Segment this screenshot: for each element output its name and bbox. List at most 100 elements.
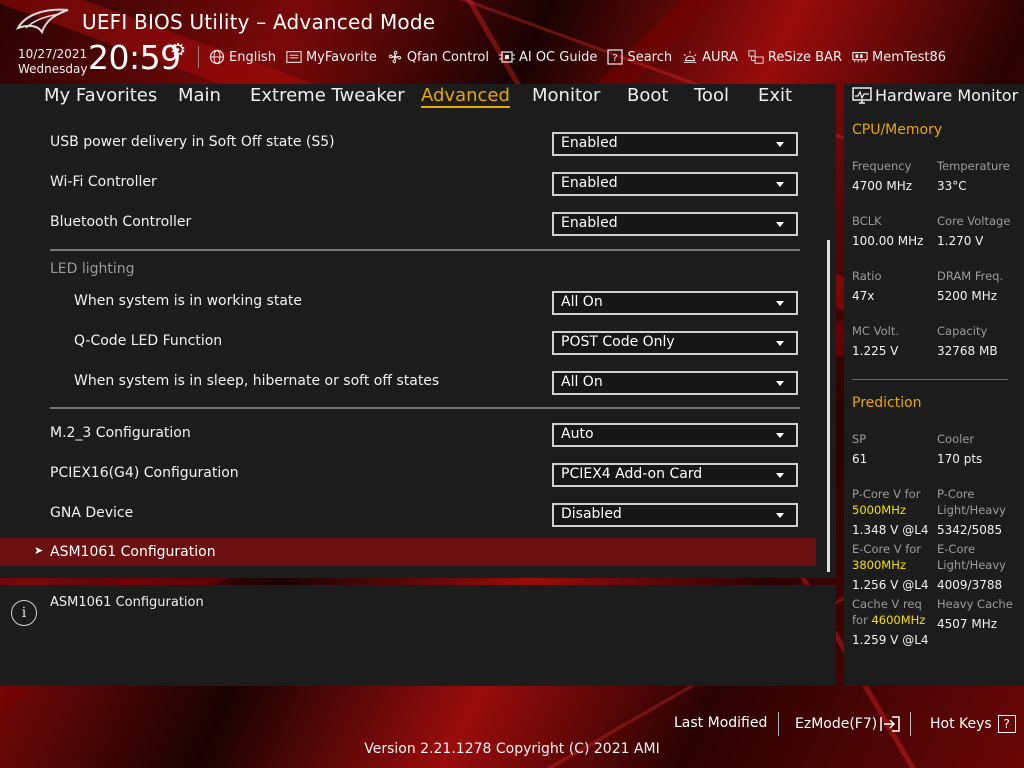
hw-freq-label: 3800MHz xyxy=(852,558,906,572)
scrollbar[interactable] xyxy=(827,240,830,572)
toolbar-ai-oc-guide-label: AI OC Guide xyxy=(518,49,598,65)
setting-label: Bluetooth Controller xyxy=(50,214,192,230)
bluetooth-controller-select[interactable]: Enabled xyxy=(552,212,798,236)
m2-3-configuration-select[interactable]: Auto xyxy=(552,423,798,447)
main-tabs: My Favorites Main Extreme Tweaker Advanc… xyxy=(0,84,836,112)
setting-label: When system is in sleep, hibernate or so… xyxy=(74,373,440,389)
toolbar-myfavorite[interactable]: MyFavorite xyxy=(286,49,377,65)
hw-freq-line: for 4600MHz xyxy=(852,612,936,628)
day-text: Wednesday xyxy=(18,62,88,76)
footer: Last Modified EzMode(F7) Hot Keys ? Vers… xyxy=(0,686,1024,768)
prediction-heading: Prediction xyxy=(852,395,922,411)
help-text: ASM1061 Configuration xyxy=(50,595,204,610)
hw-value: 1.259 V @L4 xyxy=(852,633,929,647)
hw-dram-freq: DRAM Freq. 5200 MHz xyxy=(937,268,1021,304)
tab-advanced[interactable]: Advanced xyxy=(421,85,510,108)
hw-label: E-Core V for xyxy=(852,542,922,556)
dropdown-arrow-icon xyxy=(776,222,784,227)
toolbar-ai-oc-guide[interactable]: AI OC Guide xyxy=(498,49,598,65)
tab-monitor[interactable]: Monitor xyxy=(532,85,600,106)
dropdown-arrow-icon xyxy=(776,473,784,478)
submenu-asm1061-configuration[interactable]: ➤ ASM1061 Configuration xyxy=(0,538,816,566)
toolbar-search-label: Search xyxy=(627,49,673,65)
setting-label: Wi-Fi Controller xyxy=(50,174,157,190)
hw-label: Temperature xyxy=(937,159,1010,173)
hw-cache-voltage: Cache V req for 4600MHz 1.259 V @L4 xyxy=(852,596,936,648)
hw-freq-label: 5000MHz xyxy=(852,503,906,517)
tab-extreme-tweaker[interactable]: Extreme Tweaker xyxy=(250,85,405,106)
hw-value: 170 pts xyxy=(937,452,983,466)
wifi-controller-select[interactable]: Enabled xyxy=(552,172,798,196)
memory-icon xyxy=(852,49,868,65)
hw-value: 61 xyxy=(852,452,868,466)
dropdown-arrow-icon xyxy=(776,142,784,147)
fan-icon xyxy=(387,49,403,65)
hot-keys-button[interactable]: Hot Keys ? xyxy=(930,715,1016,733)
setting-label: M.2_3 Configuration xyxy=(50,425,191,441)
select-value: Disabled xyxy=(561,506,622,522)
hw-value: 1.256 V @L4 xyxy=(852,578,929,592)
toolbar-memtest86[interactable]: MemTest86 xyxy=(852,49,946,65)
submenu-label: ASM1061 Configuration xyxy=(50,544,216,560)
setting-bluetooth-controller: Bluetooth Controller Enabled xyxy=(0,202,836,242)
hw-ratio: Ratio 47x xyxy=(852,268,936,304)
usb-power-delivery-select[interactable]: Enabled xyxy=(552,132,798,156)
pciex16-configuration-select[interactable]: PCIEX4 Add-on Card xyxy=(552,463,798,487)
hw-value: 5342/5085 xyxy=(937,523,1003,537)
toolbar-separator xyxy=(198,46,199,68)
setting-led-working-state: When system is in working state All On xyxy=(0,281,836,321)
toolbar-language[interactable]: English xyxy=(209,49,276,65)
setting-qcode-led: Q-Code LED Function POST Code Only xyxy=(0,321,836,361)
toolbar: English MyFavorite Qfan Control AI OC Gu… xyxy=(198,44,956,70)
resize-bar-icon xyxy=(748,49,764,65)
toolbar-qfan[interactable]: Qfan Control xyxy=(387,49,489,65)
hw-value: 5200 MHz xyxy=(937,289,998,303)
tab-tool[interactable]: Tool xyxy=(694,85,729,106)
ezmode-label: EzMode(F7) xyxy=(795,716,878,732)
gna-device-select[interactable]: Disabled xyxy=(552,503,798,527)
hw-label: Light/Heavy xyxy=(937,503,1006,517)
hw-label: P-Core V for xyxy=(852,487,921,501)
hw-label: Capacity xyxy=(937,324,988,338)
footer-separator xyxy=(910,712,911,736)
hot-keys-label: Hot Keys xyxy=(930,716,992,732)
hw-value: 47x xyxy=(852,289,875,303)
led-sleep-state-select[interactable]: All On xyxy=(552,371,798,395)
aura-light-icon xyxy=(682,49,698,65)
setting-label: When system is in working state xyxy=(74,293,303,309)
toolbar-qfan-label: Qfan Control xyxy=(406,49,489,65)
hw-label: for xyxy=(852,613,868,627)
tab-boot[interactable]: Boot xyxy=(627,85,668,106)
tab-main[interactable]: Main xyxy=(178,85,221,106)
hw-label: MC Volt. xyxy=(852,324,899,338)
dropdown-arrow-icon xyxy=(776,182,784,187)
section-divider xyxy=(50,249,800,251)
hw-label: DRAM Freq. xyxy=(937,269,1004,283)
toolbar-search[interactable]: ? Search xyxy=(607,49,672,65)
ezmode-button[interactable]: EzMode(F7) xyxy=(795,715,901,733)
hardware-monitor-title-text: Hardware Monitor xyxy=(875,86,1019,105)
qcode-led-select[interactable]: POST Code Only xyxy=(552,331,798,355)
hw-value: 1.270 V xyxy=(937,234,984,248)
tab-exit[interactable]: Exit xyxy=(758,85,792,106)
toolbar-resize-bar[interactable]: ReSize BAR xyxy=(748,49,842,65)
tab-my-favorites[interactable]: My Favorites xyxy=(44,85,157,106)
hw-label: Light/Heavy xyxy=(937,558,1006,572)
info-icon: i xyxy=(11,600,37,626)
monitor-icon xyxy=(852,86,872,104)
select-value: Enabled xyxy=(561,215,618,231)
clock-settings-gear-icon[interactable]: ⚙ xyxy=(170,40,186,61)
select-value: All On xyxy=(561,294,603,310)
setting-gna-device: GNA Device Disabled xyxy=(0,493,836,533)
hw-label: SP xyxy=(852,432,867,446)
globe-icon xyxy=(209,49,225,65)
favorite-list-icon xyxy=(286,49,302,65)
hw-label: Cooler xyxy=(937,432,975,446)
cpu-memory-heading: CPU/Memory xyxy=(852,122,943,138)
last-modified-button[interactable]: Last Modified xyxy=(674,715,767,731)
version-text: Version 2.21.1278 Copyright (C) 2021 AMI xyxy=(364,741,660,757)
toolbar-resize-bar-label: ReSize BAR xyxy=(767,49,843,65)
dropdown-arrow-icon xyxy=(776,381,784,386)
toolbar-aura[interactable]: AURA xyxy=(682,49,738,65)
led-working-state-select[interactable]: All On xyxy=(552,291,798,315)
